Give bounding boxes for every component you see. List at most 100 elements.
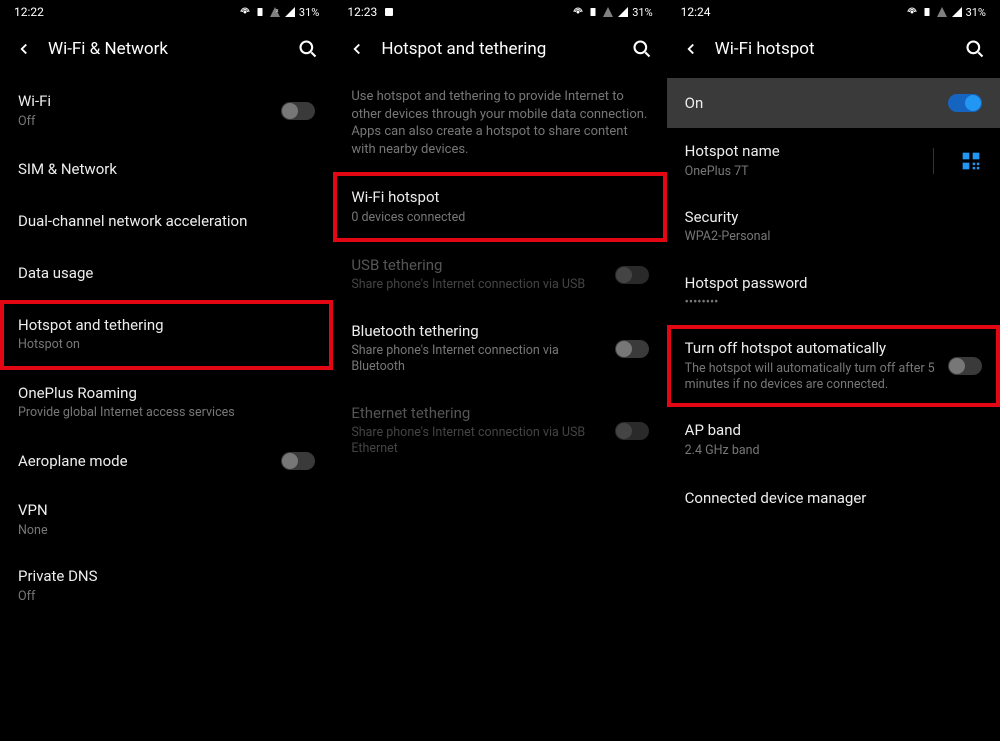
hotspot-status-icon: [572, 6, 584, 18]
item-title: Connected device manager: [685, 489, 982, 509]
signal-x-status-icon: [602, 6, 614, 18]
page-title: Wi-Fi & Network: [48, 39, 283, 59]
item-title: Security: [685, 208, 982, 228]
item-wifi[interactable]: Wi-Fi Off: [0, 78, 333, 144]
status-bar: 12:22 x 31%: [0, 0, 333, 24]
search-icon[interactable]: [297, 38, 319, 60]
vibrate-status-icon: [587, 6, 599, 18]
item-sub: Share phone's Internet connection via US…: [351, 277, 602, 293]
item-connected-device-manager[interactable]: Connected device manager: [667, 473, 1000, 525]
item-title: Hotspot and tethering: [18, 316, 315, 336]
item-title: Wi-Fi: [18, 92, 269, 112]
header: Wi-Fi hotspot: [667, 24, 1000, 78]
signal-x-status-icon: [936, 6, 948, 18]
item-sub: 2.4 GHz band: [685, 443, 982, 459]
auto-turnoff-toggle[interactable]: [948, 357, 982, 375]
signal-status-icon: [284, 6, 296, 18]
item-title: Wi-Fi hotspot: [351, 188, 648, 208]
item-title: SIM & Network: [18, 160, 315, 180]
item-sub: Off: [18, 589, 315, 605]
item-title: Bluetooth tethering: [351, 322, 602, 342]
signal-status-icon: [951, 6, 963, 18]
item-title: OnePlus Roaming: [18, 384, 315, 404]
search-icon[interactable]: [631, 38, 653, 60]
hotspot-status-icon: [239, 6, 251, 18]
settings-list: Wi-Fi Off SIM & Network Dual-channel net…: [0, 78, 333, 629]
header: Wi-Fi & Network: [0, 24, 333, 78]
item-hotspot-tethering[interactable]: Hotspot and tethering Hotspot on: [0, 300, 333, 370]
item-title: Dual-channel network acceleration: [18, 212, 315, 232]
vibrate-status-icon: [921, 6, 933, 18]
status-time: 12:22: [14, 5, 44, 19]
settings-list: On Hotspot name OnePlus 7T Security WPA2…: [667, 78, 1000, 535]
item-dual-channel[interactable]: Dual-channel network acceleration: [0, 196, 333, 248]
item-title: Aeroplane mode: [18, 452, 269, 472]
banner-title: On: [685, 94, 704, 112]
item-sub: 0 devices connected: [351, 210, 648, 226]
search-icon[interactable]: [964, 38, 986, 60]
item-sub: ••••••••: [685, 295, 982, 311]
description-text: Use hotspot and tethering to provide Int…: [333, 78, 666, 172]
item-ap-band[interactable]: AP band 2.4 GHz band: [667, 407, 1000, 473]
item-title: Hotspot name: [685, 142, 921, 162]
aeroplane-toggle[interactable]: [281, 452, 315, 470]
status-bar: 12:24 31%: [667, 0, 1000, 24]
item-title: Turn off hotspot automatically: [685, 339, 936, 359]
phone-2-hotspot-tethering: 12:23 31% Hotspot and tethering: [333, 0, 666, 741]
signal-status-icon: [617, 6, 629, 18]
item-sub: Provide global Internet access services: [18, 405, 315, 421]
page-title: Wi-Fi hotspot: [715, 39, 950, 59]
item-vpn[interactable]: VPN None: [0, 487, 333, 553]
svg-text:x: x: [276, 8, 279, 14]
hotspot-status-icon: [906, 6, 918, 18]
back-icon[interactable]: [347, 39, 367, 59]
item-sub: Hotspot on: [18, 337, 315, 353]
bluetooth-tethering-toggle[interactable]: [615, 340, 649, 358]
item-security[interactable]: Security WPA2-Personal: [667, 194, 1000, 260]
item-wifi-hotspot[interactable]: Wi-Fi hotspot 0 devices connected: [333, 172, 666, 242]
divider: [933, 148, 934, 174]
item-usb-tethering: USB tethering Share phone's Internet con…: [333, 242, 666, 308]
battery-percent: 31%: [966, 6, 986, 19]
item-title: USB tethering: [351, 256, 602, 276]
item-auto-turnoff[interactable]: Turn off hotspot automatically The hotsp…: [667, 325, 1000, 407]
item-title: Private DNS: [18, 567, 315, 587]
item-data-usage[interactable]: Data usage: [0, 248, 333, 300]
ethernet-tethering-toggle: [615, 422, 649, 440]
item-title: Ethernet tethering: [351, 404, 602, 424]
item-sim-network[interactable]: SIM & Network: [0, 144, 333, 196]
item-title: Data usage: [18, 264, 315, 284]
item-sub: Share phone's Internet connection via Bl…: [351, 343, 602, 376]
phone-1-wifi-network: 12:22 x 31% Wi-Fi & Network: [0, 0, 333, 741]
battery-percent: 31%: [299, 6, 319, 19]
item-sub: WPA2-Personal: [685, 229, 982, 245]
qr-code-icon[interactable]: [960, 150, 982, 172]
page-title: Hotspot and tethering: [381, 39, 616, 59]
item-title: VPN: [18, 501, 315, 521]
screenshot-status-icon: [383, 6, 395, 18]
back-icon[interactable]: [681, 39, 701, 59]
status-bar: 12:23 31%: [333, 0, 666, 24]
usb-tethering-toggle: [615, 266, 649, 284]
item-sub: None: [18, 523, 315, 539]
item-oneplus-roaming[interactable]: OnePlus Roaming Provide global Internet …: [0, 370, 333, 436]
item-sub: Share phone's Internet connection via US…: [351, 425, 602, 458]
item-private-dns[interactable]: Private DNS Off: [0, 553, 333, 619]
back-icon[interactable]: [14, 39, 34, 59]
item-hotspot-password[interactable]: Hotspot password ••••••••: [667, 260, 1000, 326]
battery-percent: 31%: [632, 6, 652, 19]
item-aeroplane-mode[interactable]: Aeroplane mode: [0, 435, 333, 487]
hotspot-on-toggle[interactable]: [948, 94, 982, 112]
item-sub: The hotspot will automatically turn off …: [685, 361, 936, 394]
item-title: AP band: [685, 421, 982, 441]
phone-3-wifi-hotspot: 12:24 31% Wi-Fi hotspot: [667, 0, 1000, 741]
status-time: 12:23: [347, 5, 377, 19]
vibrate-status-icon: [254, 6, 266, 18]
item-ethernet-tethering: Ethernet tethering Share phone's Interne…: [333, 390, 666, 472]
item-hotspot-name[interactable]: Hotspot name OnePlus 7T: [667, 128, 1000, 194]
settings-list: Use hotspot and tethering to provide Int…: [333, 78, 666, 482]
hotspot-on-banner[interactable]: On: [667, 78, 1000, 128]
item-sub: OnePlus 7T: [685, 164, 921, 180]
item-bluetooth-tethering[interactable]: Bluetooth tethering Share phone's Intern…: [333, 308, 666, 390]
wifi-toggle[interactable]: [281, 102, 315, 120]
